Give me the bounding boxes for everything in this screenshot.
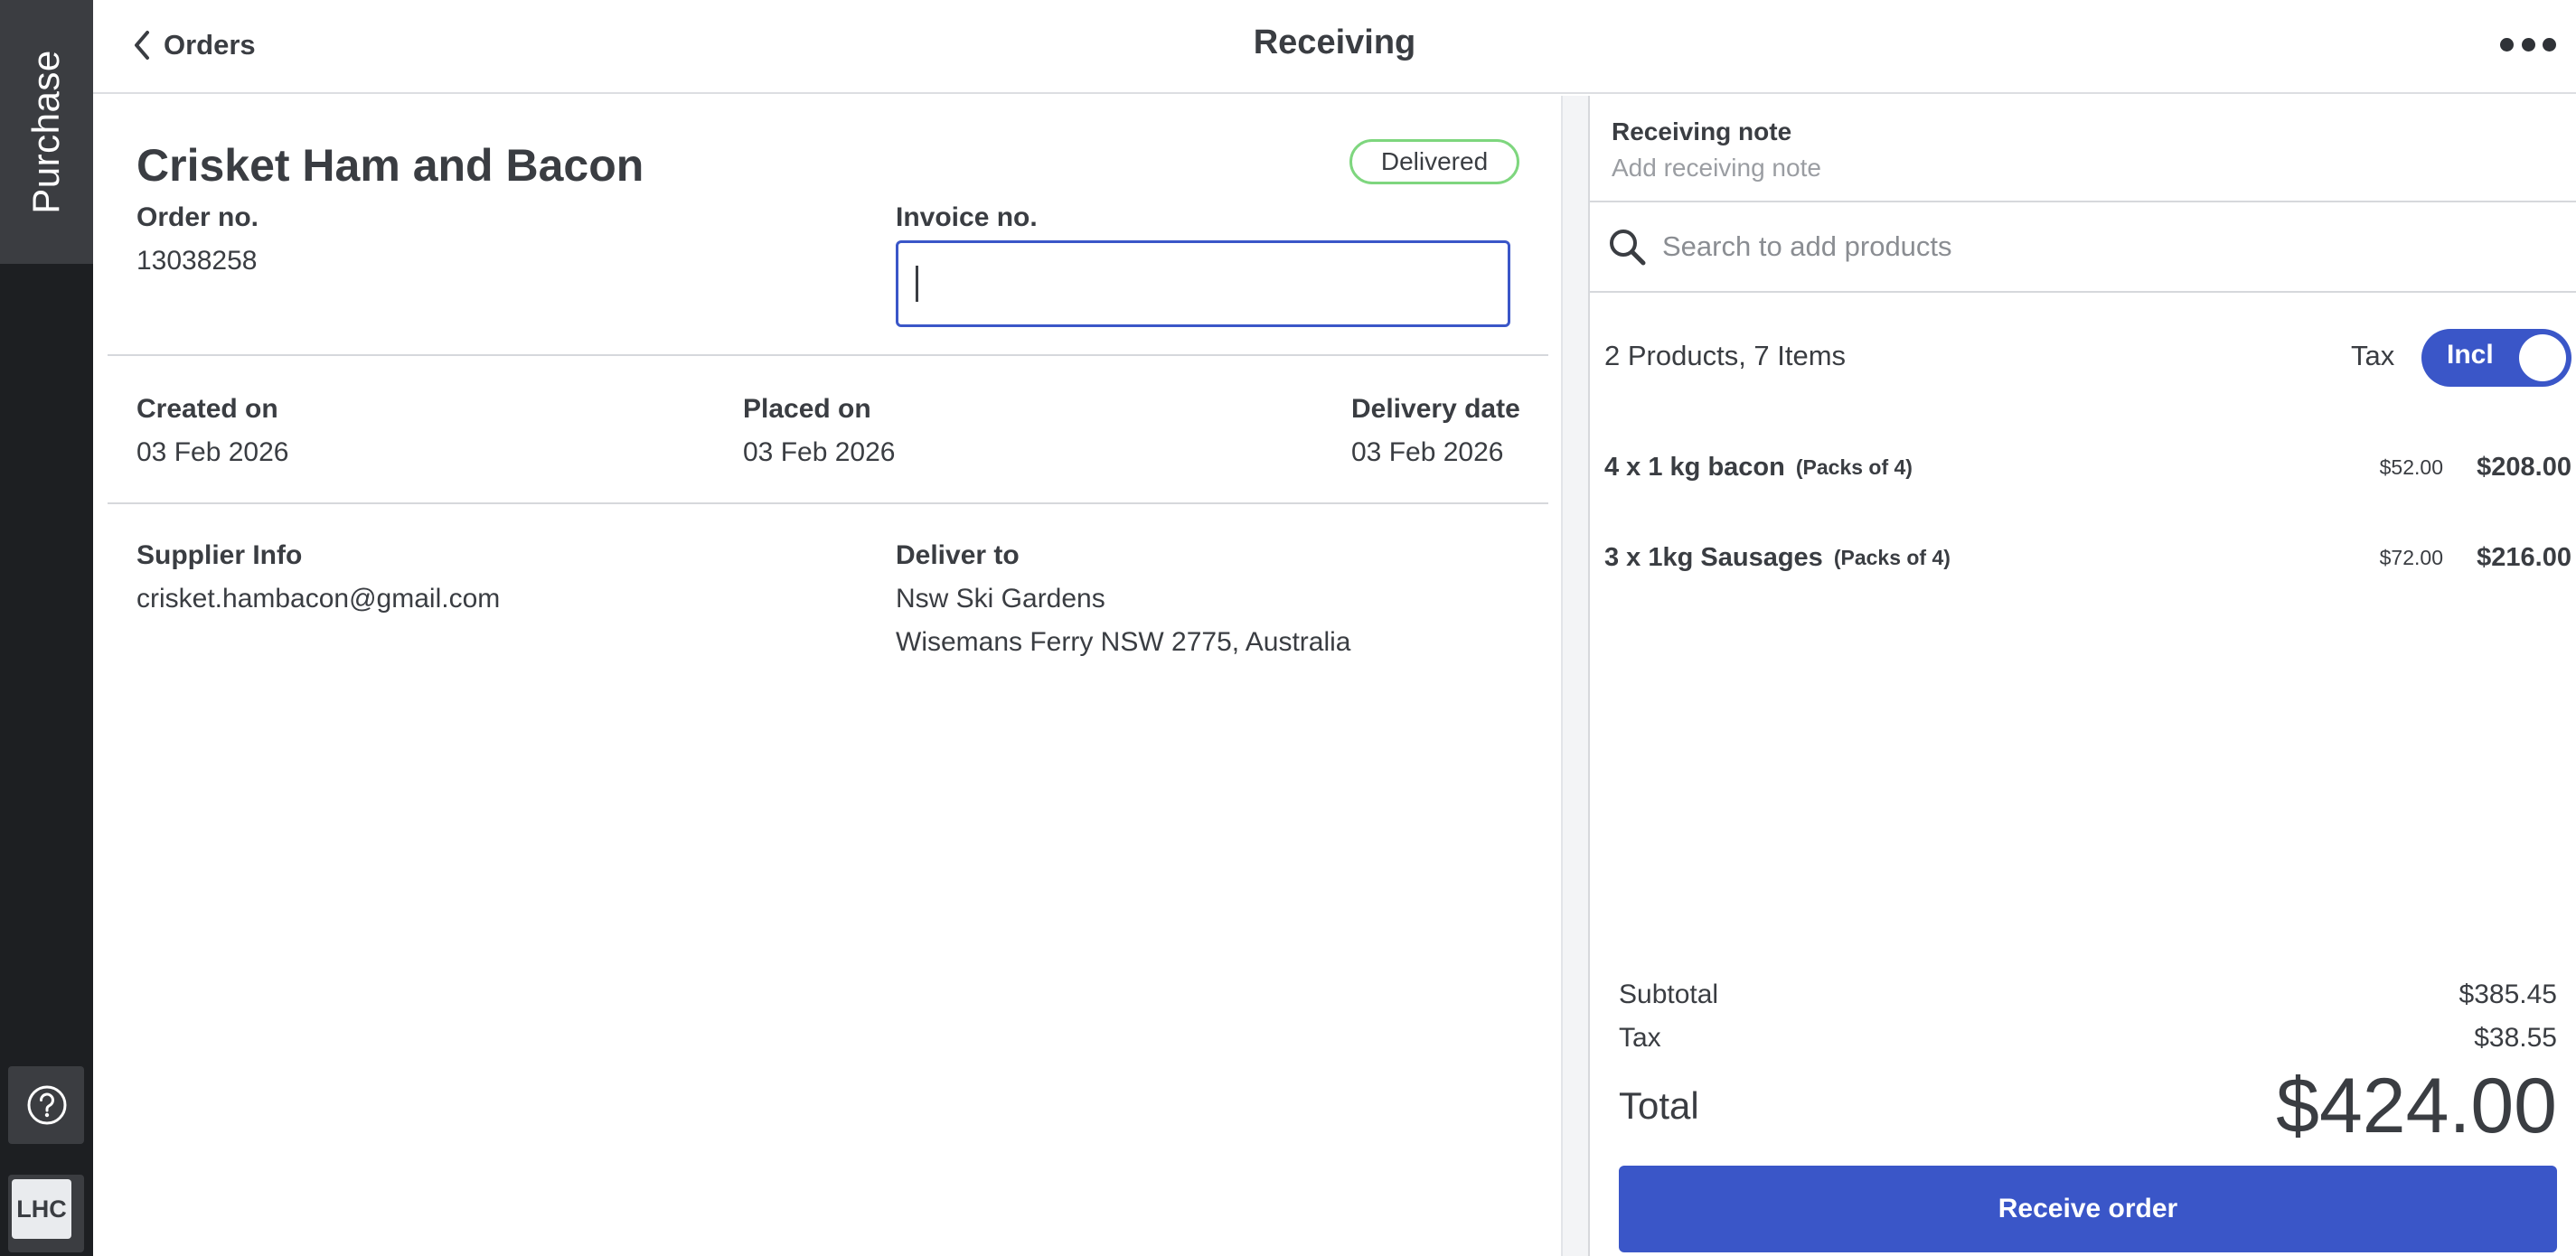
line-item-unit-price: $72.00: [2379, 545, 2443, 569]
divider: [1590, 201, 2576, 202]
status-badge: Delivered: [1349, 139, 1519, 184]
search-products-input[interactable]: [1662, 228, 2530, 266]
more-options-button[interactable]: [2500, 25, 2556, 63]
placed-on-value: 03 Feb 2026: [743, 437, 896, 467]
supplier-name: Crisket Ham and Bacon: [136, 140, 644, 191]
placed-on-label: Placed on: [743, 394, 871, 424]
created-on-label: Created on: [136, 394, 278, 424]
search-icon: [1610, 230, 1646, 266]
supplier-email: crisket.hambacon@gmail.com: [136, 584, 501, 614]
tax-toggle-label: Incl: [2447, 340, 2494, 370]
divider: [108, 354, 1548, 356]
line-item-name: 3 x 1kg Sausages: [1604, 542, 1823, 572]
divider: [1590, 291, 2576, 293]
divider: [108, 502, 1548, 504]
delivery-date-label: Delivery date: [1351, 394, 1520, 424]
tax-row-label: Tax: [1619, 1023, 1661, 1053]
created-on-value: 03 Feb 2026: [136, 437, 289, 467]
help-button[interactable]: [8, 1066, 84, 1144]
tax-row: Tax $38.55: [1619, 1023, 2557, 1054]
sidebar-tab-label: Purchase: [24, 50, 67, 214]
subtotal-label: Subtotal: [1619, 979, 1719, 1009]
line-item-unit-price: $52.00: [2379, 455, 2443, 479]
receiving-note-input[interactable]: Add receiving note: [1612, 154, 2515, 183]
more-dot-icon: [2543, 37, 2556, 52]
top-header: Orders Receiving: [93, 0, 2576, 94]
receiving-note-label: Receiving note: [1612, 117, 1792, 145]
invoice-no-label: Invoice no.: [896, 202, 1038, 232]
line-item-total: $216.00: [2477, 542, 2571, 572]
account-button[interactable]: LHC: [8, 1175, 84, 1252]
text-caret: [916, 266, 918, 302]
line-item-total: $208.00: [2477, 452, 2571, 482]
receiving-panel: Receiving note Add receiving note 2 Prod…: [1590, 96, 2576, 1256]
tax-row-value: $38.55: [2474, 1023, 2557, 1053]
tax-label: Tax: [2351, 340, 2395, 371]
total-row: Total $424.00: [1619, 1061, 2557, 1151]
deliver-to-label: Deliver to: [896, 540, 1020, 570]
subtotal-value: $385.45: [2458, 979, 2557, 1009]
more-dot-icon: [2521, 37, 2535, 52]
order-no-label: Order no.: [136, 202, 259, 232]
toggle-knob: [2519, 334, 2566, 381]
tax-inclusive-toggle[interactable]: Incl: [2421, 329, 2571, 387]
line-item[interactable]: 4 x 1 kg bacon (Packs of 4) $52.00 $208.…: [1604, 445, 2571, 490]
receive-order-button[interactable]: Receive order: [1619, 1166, 2557, 1252]
total-label: Total: [1619, 1084, 1699, 1127]
line-item[interactable]: 3 x 1kg Sausages (Packs of 4) $72.00 $21…: [1604, 535, 2571, 580]
deliver-to-address: Wisemans Ferry NSW 2775, Australia: [896, 627, 1351, 657]
sidebar-tab-purchase[interactable]: Purchase: [0, 0, 93, 264]
invoice-no-input[interactable]: [896, 240, 1510, 327]
line-item-pack-size: (Packs of 4): [1795, 455, 1913, 479]
pane-splitter: [1561, 96, 1590, 1256]
delivery-date-value: 03 Feb 2026: [1351, 437, 1504, 467]
more-dot-icon: [2500, 37, 2514, 52]
line-item-pack-size: (Packs of 4): [1833, 545, 1951, 569]
order-no-value: 13038258: [136, 246, 258, 276]
total-value: $424.00: [2276, 1062, 2557, 1149]
items-summary: 2 Products, 7 Items: [1604, 340, 1847, 371]
sidebar: Purchase LHC: [0, 0, 93, 1256]
order-details-panel: Crisket Ham and Bacon Delivered Order no…: [93, 96, 1561, 1256]
supplier-info-label: Supplier Info: [136, 540, 303, 570]
subtotal-row: Subtotal $385.45: [1619, 979, 2557, 1010]
page-title: Receiving: [1253, 23, 1416, 61]
deliver-to-name: Nsw Ski Gardens: [896, 584, 1105, 614]
avatar: LHC: [12, 1179, 71, 1239]
help-circle-icon: [27, 1085, 67, 1125]
line-item-name: 4 x 1 kg bacon: [1604, 452, 1785, 482]
